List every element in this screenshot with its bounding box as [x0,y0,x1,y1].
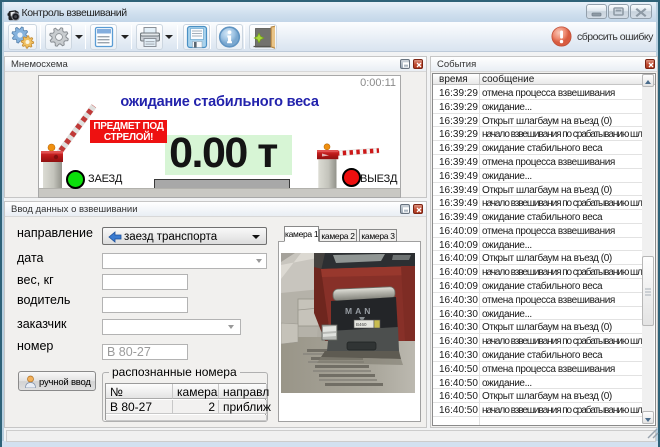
svg-text:B460: B460 [356,322,367,327]
svg-text:MAN: MAN [345,306,373,316]
